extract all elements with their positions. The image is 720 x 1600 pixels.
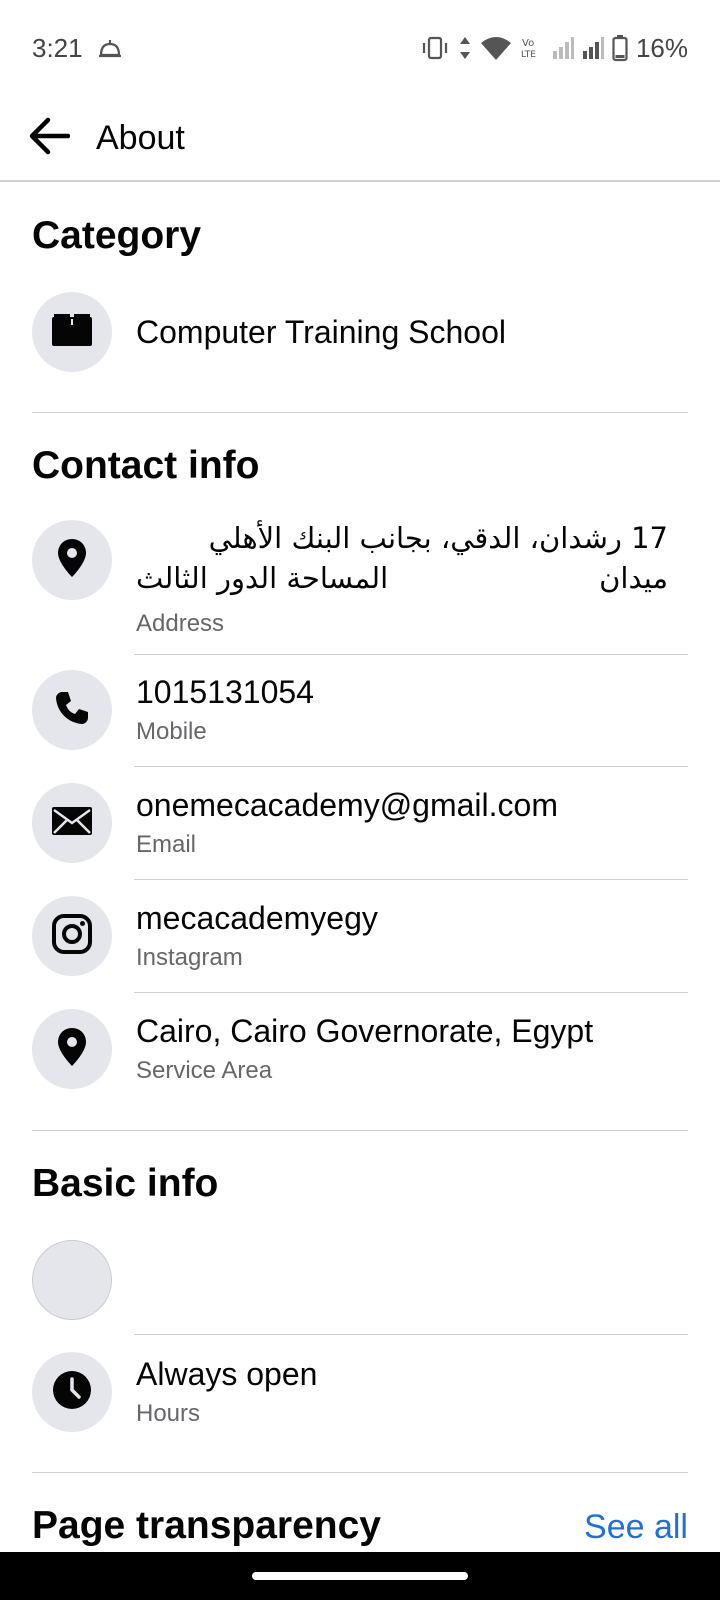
mobile-row[interactable]: 1015131054 Mobile: [0, 670, 720, 752]
vibrate-icon: [420, 35, 450, 61]
row-divider: [134, 992, 688, 993]
mobile-icon-circle: [32, 670, 112, 750]
back-arrow-icon: [26, 116, 71, 161]
clock-icon: [52, 1370, 92, 1415]
category-value: Computer Training School: [136, 314, 506, 350]
hours-value: Always open: [136, 1356, 318, 1392]
instagram-icon: [52, 913, 92, 959]
signal-icon: [582, 35, 604, 61]
see-all-link[interactable]: See all: [584, 1508, 688, 1547]
service-area-icon-circle: [32, 1009, 112, 1089]
instagram-value: mecacademyegy: [136, 900, 378, 936]
battery-percent: 16%: [635, 32, 688, 63]
battery-icon: [612, 34, 628, 62]
email-row[interactable]: onemecacademy@gmail.com Email: [0, 783, 720, 865]
mobile-value: 1015131054: [136, 674, 314, 710]
hours-label: Hours: [136, 1400, 201, 1427]
instagram-icon-circle: [32, 896, 112, 976]
address-icon-circle: [32, 520, 112, 600]
hours-row[interactable]: Always open Hours: [0, 1352, 720, 1434]
service-area-value: Cairo, Cairo Governorate, Egypt: [136, 1013, 594, 1049]
signal-icon: [552, 35, 574, 61]
category-icon-circle: [32, 292, 112, 372]
instagram-label: Instagram: [136, 944, 243, 971]
email-icon-circle: [32, 783, 112, 863]
hours-icon-circle: [32, 1352, 112, 1432]
category-heading: Category: [32, 214, 202, 257]
top-app-bar: About: [0, 96, 720, 182]
page-title: About: [96, 118, 185, 157]
home-gesture-handle[interactable]: [252, 1572, 468, 1580]
volte-icon: Vo LTE: [520, 35, 544, 61]
section-divider: [32, 1130, 688, 1131]
section-divider: [32, 1472, 688, 1473]
instagram-row[interactable]: mecacademyegy Instagram: [0, 896, 720, 978]
book-icon: [51, 313, 93, 352]
mobile-label: Mobile: [136, 718, 207, 745]
location-pin-icon: [57, 1027, 87, 1072]
row-divider: [134, 766, 688, 767]
address-line-2: المساحة الدور الثالث: [136, 561, 389, 595]
row-divider: [134, 1334, 688, 1335]
row-divider: [134, 654, 688, 655]
section-divider: [32, 412, 688, 413]
empty-icon-circle: [32, 1240, 112, 1320]
svg-text:LTE: LTE: [521, 50, 536, 60]
email-value: onemecacademy@gmail.com: [136, 787, 558, 823]
row-divider: [134, 879, 688, 880]
mail-icon: [51, 806, 93, 841]
basic-info-empty-row: [0, 1240, 720, 1320]
wifi-icon: [480, 35, 512, 61]
location-pin-icon: [57, 538, 87, 583]
alarm-icon: [97, 35, 123, 61]
address-row[interactable]: 17 رشدان، الدقي، بجانب البنك الأهلي ميدا…: [0, 516, 720, 646]
phone-icon: [54, 690, 90, 731]
contact-info-heading: Contact info: [32, 444, 260, 487]
service-area-label: Service Area: [136, 1057, 273, 1084]
system-navigation-bar: [0, 1552, 720, 1600]
service-area-row[interactable]: Cairo, Cairo Governorate, Egypt Service …: [0, 1009, 720, 1091]
data-arrows-icon: [458, 35, 472, 61]
email-label: Email: [136, 831, 197, 858]
status-bar: 3:21 Vo LTE 16%: [0, 0, 720, 96]
back-button[interactable]: [0, 95, 96, 181]
page-transparency-heading: Page transparency: [32, 1504, 382, 1547]
address-label: Address: [136, 610, 225, 637]
svg-text:Vo: Vo: [522, 38, 534, 49]
basic-info-heading: Basic info: [32, 1162, 219, 1205]
status-time: 3:21: [32, 32, 83, 63]
category-row[interactable]: Computer Training School: [0, 292, 720, 372]
